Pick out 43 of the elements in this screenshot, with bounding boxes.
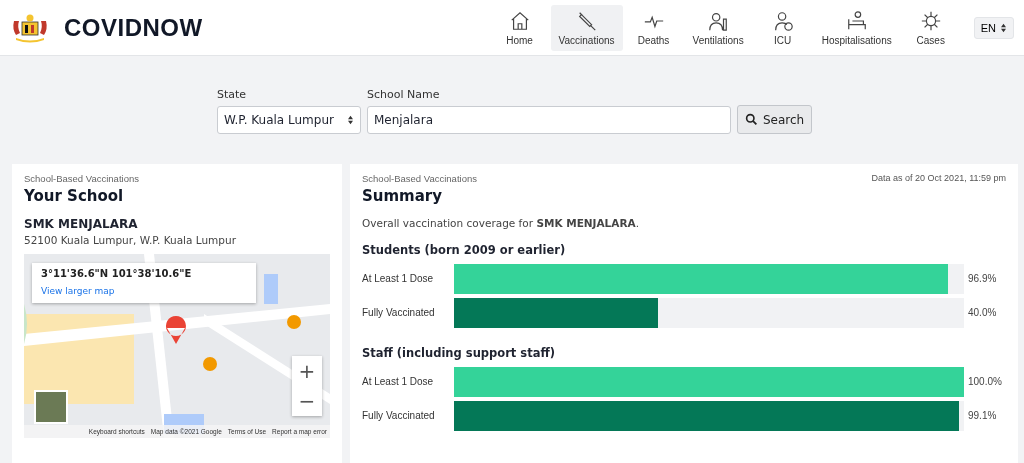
coordinates: 3°11'36.6"N 101°38'10.6"E <box>41 268 193 279</box>
group-heading: Students (born 2009 or earlier) <box>362 243 567 257</box>
nav-tab[interactable]: ICU <box>753 4 812 51</box>
nav-tab[interactable]: Hospitalisations <box>813 4 900 51</box>
percentage-value: 100.0% <box>968 376 1002 387</box>
satellite-toggle[interactable] <box>34 390 68 424</box>
nav-tab[interactable]: Vaccinations <box>550 4 623 51</box>
hospital-bed-icon <box>845 9 868 32</box>
bar-label: Fully Vaccinated <box>362 410 436 421</box>
school-name: SMK MENJALARA <box>24 217 139 231</box>
school-address: 52100 Kuala Lumpur, W.P. Kuala Lumpur <box>24 234 237 246</box>
sort-arrows-icon <box>1000 22 1007 33</box>
language-select[interactable]: EN <box>973 16 1014 39</box>
card-eyebrow: School-Based Vaccinations <box>362 173 477 184</box>
house-icon <box>508 9 531 32</box>
bar-label: At Least 1 Dose <box>362 376 435 387</box>
card-title: Your School <box>24 187 125 205</box>
percentage-value: 99.1% <box>968 410 997 421</box>
bar-label: At Least 1 Dose <box>362 273 435 284</box>
view-larger-map-link[interactable]: View larger map <box>41 286 115 296</box>
card-title: Summary <box>362 187 444 205</box>
school-name-label: School Name <box>367 88 441 101</box>
zoom-out-button[interactable]: − <box>292 386 322 416</box>
state-label: State <box>217 88 248 101</box>
data-date: Data as of 20 Oct 2021, 11:59 pm <box>871 173 1006 184</box>
card-eyebrow: School-Based Vaccinations <box>24 173 140 184</box>
brand-name: COVIDNOW <box>64 13 203 42</box>
state-select[interactable]: W.P. Kuala Lumpur <box>217 106 361 134</box>
nav-tab[interactable]: Ventilations <box>684 4 752 51</box>
coat-of-arms-icon <box>10 12 50 43</box>
nav-tab[interactable]: Deaths <box>624 4 683 51</box>
nav-tab[interactable]: Home <box>490 4 549 51</box>
coverage-description: Overall vaccination coverage for SMK MENJALARA. <box>362 217 640 229</box>
school-name-field[interactable]: Menjalara <box>367 106 731 134</box>
bar-label: Fully Vaccinated <box>362 307 436 318</box>
nav-tab[interactable]: Cases <box>901 4 960 51</box>
percentage-value: 40.0% <box>968 307 997 318</box>
percentage-value: 96.9% <box>968 273 997 284</box>
sort-arrows-icon <box>347 115 354 125</box>
search-button[interactable]: Search <box>737 105 813 134</box>
zoom-in-button[interactable]: + <box>292 356 322 386</box>
group-heading: Staff (including support staff) <box>362 346 557 360</box>
search-icon <box>745 113 758 126</box>
